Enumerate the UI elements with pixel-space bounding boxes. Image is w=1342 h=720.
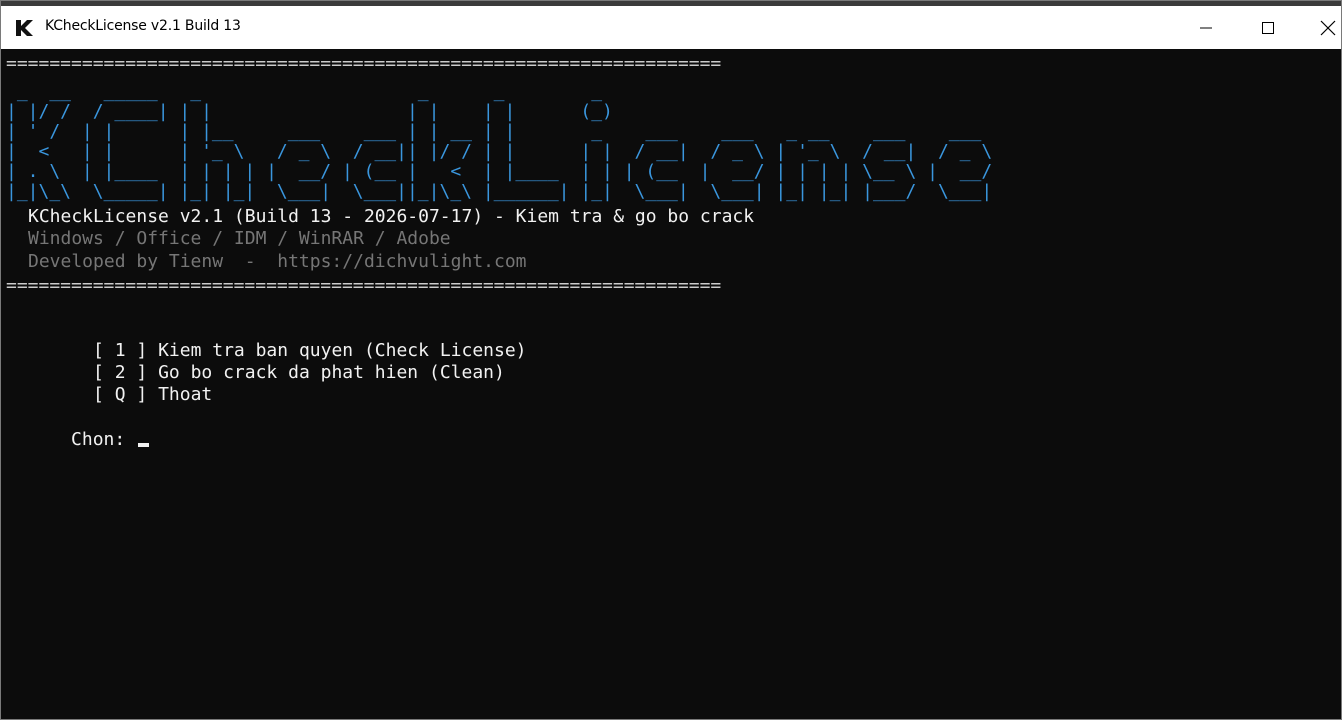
- minimize-icon: [1200, 27, 1212, 28]
- banner-line-2: | |/ / / ____| | | | | | | (_): [6, 101, 613, 122]
- separator-bottom: ========================================…: [6, 275, 722, 296]
- k-logo-icon: [14, 18, 34, 38]
- close-button[interactable]: [1299, 6, 1341, 49]
- close-icon: [1320, 20, 1336, 35]
- minimize-button[interactable]: [1177, 6, 1235, 49]
- banner-line-3: | ' / | | | |__ ___ ___ | | __ | | _ ___…: [6, 121, 982, 142]
- banner-line-4: | < | | | '_ \ / _ \ / __|| |/ / | | | |…: [6, 141, 993, 162]
- window-title: KCheckLicense v2.1 Build 13: [45, 18, 241, 34]
- maximize-button[interactable]: [1239, 6, 1297, 49]
- prompt-label: Chon:: [71, 429, 137, 450]
- menu-key: [ Q ]: [93, 384, 148, 405]
- banner-line-1: _ __ _____ _ _ _ _: [6, 81, 603, 102]
- scrollbar[interactable]: [1325, 49, 1341, 719]
- header-developer: Developed by Tienw - https://dichvulight…: [28, 251, 527, 272]
- header-title: KCheckLicense v2.1 (Build 13 - 2026-07-1…: [28, 206, 755, 227]
- console-window: KCheckLicense v2.1 Build 13 ============…: [0, 0, 1342, 720]
- text-cursor: [138, 443, 150, 447]
- banner-line-6: |_|\_\ \_____| |_| |_| \___| \___||_|\_\…: [6, 181, 993, 202]
- separator-top: ========================================…: [6, 53, 722, 74]
- title-bar[interactable]: KCheckLicense v2.1 Build 13: [1, 6, 1341, 49]
- input-prompt[interactable]: Chon:: [6, 407, 150, 473]
- banner-line-5: | . \ | |____ | | | | | __/ | (__ | < | …: [6, 161, 993, 182]
- console-output[interactable]: ========================================…: [1, 49, 1325, 719]
- menu-label: Thoat: [158, 384, 213, 405]
- maximize-icon: [1262, 21, 1274, 34]
- header-products: Windows / Office / IDM / WinRAR / Adobe: [28, 228, 451, 249]
